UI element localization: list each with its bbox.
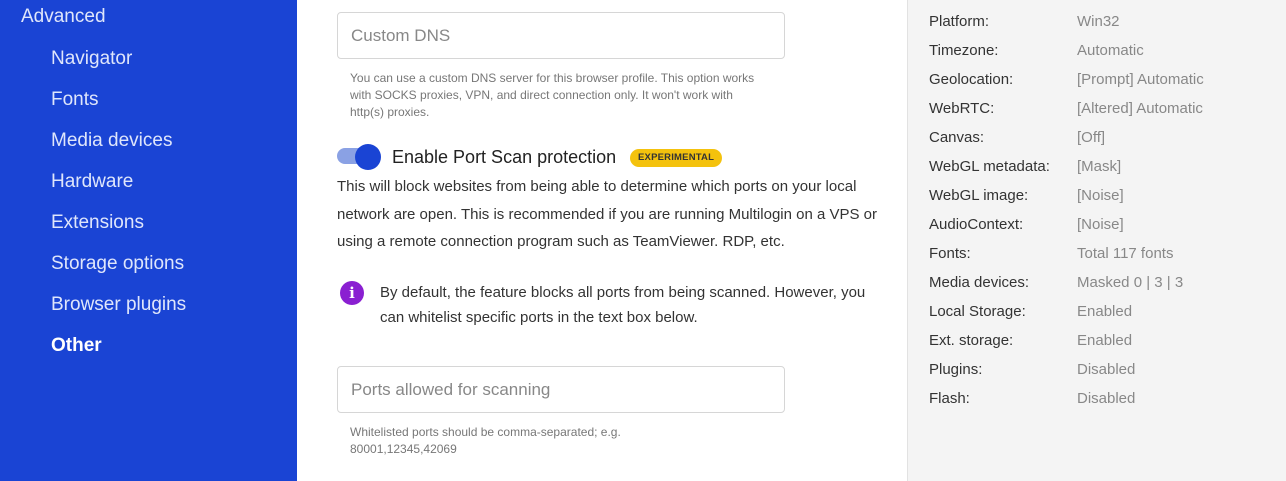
custom-dns-field[interactable] [337, 12, 785, 59]
summary-row-plugins: Plugins: Disabled [908, 361, 1286, 390]
summary-key: WebRTC: [929, 100, 995, 117]
summary-row-flash: Flash: Disabled [908, 390, 1286, 419]
summary-partial-key: ––– [929, 0, 954, 5]
summary-key: Fonts: [929, 245, 971, 262]
summary-row-geolocation: Geolocation: [Prompt] Automatic [908, 71, 1286, 100]
summary-key: Platform: [929, 13, 990, 30]
sidebar: Advanced Navigator Fonts Media devices H… [0, 0, 297, 481]
sidebar-item-other[interactable]: Other [51, 335, 102, 357]
summary-row-webgl-image: WebGL image: [Noise] [908, 187, 1286, 216]
sidebar-item-hardware[interactable]: Hardware [51, 171, 133, 193]
summary-value: Automatic [1077, 42, 1144, 59]
ports-allowed-field[interactable] [337, 366, 785, 413]
summary-key: Timezone: [929, 42, 999, 59]
summary-row-audiocontext: AudioContext: [Noise] [908, 216, 1286, 245]
main-panel: You can use a custom DNS server for this… [297, 0, 907, 481]
summary-value: Total 117 fonts [1077, 245, 1174, 262]
summary-key: Plugins: [929, 361, 983, 378]
sidebar-item-browser-plugins[interactable]: Browser plugins [51, 294, 186, 316]
experimental-badge: EXPERIMENTAL [630, 149, 723, 167]
ports-allowed-input[interactable] [338, 367, 784, 412]
port-scan-description: This will block websites from being able… [337, 178, 878, 250]
summary-key: WebGL image: [929, 187, 1029, 204]
summary-value: [Altered] Automatic [1077, 100, 1203, 117]
toggle-knob [355, 144, 381, 170]
summary-key: Flash: [929, 390, 970, 407]
summary-row-webrtc: WebRTC: [Altered] Automatic [908, 100, 1286, 129]
summary-row-ext-storage: Ext. storage: Enabled [908, 332, 1286, 361]
summary-row-timezone: Timezone: Automatic [908, 42, 1286, 71]
summary-value: Enabled [1077, 303, 1133, 320]
summary-value: [Prompt] Automatic [1077, 71, 1204, 88]
ports-allowed-hint: Whitelisted ports should be comma-separa… [350, 425, 621, 456]
sidebar-item-fonts[interactable]: Fonts [51, 89, 99, 111]
summary-value: [Noise] [1077, 216, 1124, 233]
summary-value: [Mask] [1077, 158, 1122, 175]
summary-value: Enabled [1077, 332, 1133, 349]
summary-value: Disabled [1077, 361, 1136, 378]
summary-value: [Noise] [1077, 187, 1124, 204]
summary-key: Canvas: [929, 129, 985, 146]
profile-summary-panel: ––– ––– Platform: Win32 Timezone: Automa… [907, 0, 1286, 481]
summary-row-platform: Platform: Win32 [908, 13, 1286, 42]
custom-dns-input[interactable] [338, 13, 784, 58]
info-icon: i [340, 281, 364, 305]
summary-key: Media devices: [929, 274, 1030, 291]
summary-value: [Off] [1077, 129, 1106, 146]
summary-key: Geolocation: [929, 71, 1014, 88]
summary-row-canvas: Canvas: [Off] [908, 129, 1286, 158]
sidebar-item-extensions[interactable]: Extensions [51, 212, 144, 234]
summary-row-fonts: Fonts: Total 117 fonts [908, 245, 1286, 274]
sidebar-item-storage-options[interactable]: Storage options [51, 253, 184, 275]
summary-key: WebGL metadata: [929, 158, 1050, 175]
port-scan-label: Enable Port Scan protection [392, 147, 617, 167]
summary-key: AudioContext: [929, 216, 1024, 233]
summary-key: Ext. storage: [929, 332, 1014, 349]
summary-partial-value: ––– [1077, 0, 1102, 5]
sidebar-item-media-devices[interactable]: Media devices [51, 130, 172, 152]
summary-value: Disabled [1077, 390, 1136, 407]
port-scan-info: By default, the feature blocks all ports… [380, 284, 866, 326]
sidebar-section-advanced[interactable]: Advanced [21, 6, 106, 28]
summary-row-webgl-metadata: WebGL metadata: [Mask] [908, 158, 1286, 187]
summary-row-local-storage: Local Storage: Enabled [908, 303, 1286, 332]
summary-row-media-devices: Media devices: Masked 0 | 3 | 3 [908, 274, 1286, 303]
sidebar-item-navigator[interactable]: Navigator [51, 48, 132, 70]
summary-key: Local Storage: [929, 303, 1026, 320]
custom-dns-hint: You can use a custom DNS server for this… [350, 71, 755, 119]
port-scan-toggle[interactable] [337, 144, 383, 170]
summary-value: Win32 [1077, 13, 1120, 30]
summary-value: Masked 0 | 3 | 3 [1077, 274, 1184, 291]
